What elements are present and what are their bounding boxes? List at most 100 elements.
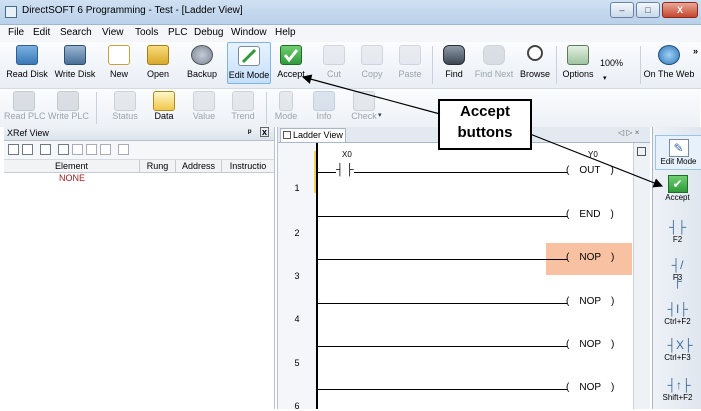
zoom-value: 100% — [600, 58, 624, 68]
menu-plc[interactable]: PLC — [168, 27, 187, 38]
window-title: DirectSOFT 6 Programming - Test - [Ladde… — [22, 5, 243, 16]
find-next-button[interactable]: Find Next — [474, 42, 514, 84]
coil-label: END — [579, 209, 601, 220]
menu-view[interactable]: View — [102, 27, 124, 38]
open-contact-alt-icon: ┤I├ — [667, 302, 688, 316]
menu-tools[interactable]: Tools — [135, 27, 158, 38]
ladder-rung-4[interactable]: (NOP) — [318, 295, 633, 315]
palette-edit-mode-button[interactable]: ✎ Edit Mode — [655, 135, 701, 170]
filter-icon[interactable] — [40, 144, 51, 155]
ladder-rung-6[interactable]: (NOP) — [318, 381, 633, 401]
ladder-rung-2[interactable]: (END) — [318, 208, 633, 228]
palette-contact-no-button[interactable]: ┤├ F2 — [655, 219, 700, 244]
palette-contact-nc-alt-button[interactable]: ┤X├ Ctrl+F3 — [655, 337, 700, 362]
close-button[interactable]: X — [662, 2, 698, 18]
menu-help[interactable]: Help — [275, 27, 296, 38]
normally-closed-contact-icon: ┤/├ — [671, 258, 684, 288]
menu-window[interactable]: Window — [231, 27, 267, 38]
normally-open-contact-icon: ┤├ — [668, 220, 686, 234]
print-icon[interactable] — [58, 144, 69, 155]
previous-icon[interactable] — [86, 144, 97, 155]
coil-instruction[interactable]: (NOP) — [566, 339, 614, 350]
export-icon[interactable] — [72, 144, 83, 155]
wire — [318, 216, 567, 217]
palette-contact-nc-button[interactable]: ┤/├ F3 — [655, 257, 700, 288]
toolbar-separator — [556, 46, 557, 84]
minimize-button[interactable]: – — [610, 2, 634, 18]
open-button[interactable]: Open — [140, 42, 176, 84]
wire — [318, 389, 567, 390]
column-header-address[interactable]: Address — [176, 160, 222, 172]
column-header-element[interactable]: Element — [4, 160, 140, 172]
maximize-button[interactable]: □ — [636, 2, 660, 18]
data-button[interactable]: Data — [147, 89, 181, 125]
grid-view-icon[interactable] — [8, 144, 19, 155]
tab-scroll-controls[interactable]: ◁ ▷ × — [618, 128, 639, 137]
read-plc-button[interactable]: Read PLC — [4, 89, 46, 125]
scroll-up-icon[interactable] — [637, 147, 646, 156]
accept-checkmark-icon — [280, 45, 302, 65]
menu-debug[interactable]: Debug — [194, 27, 223, 38]
ladder-rung-3[interactable]: (NOP) — [318, 251, 633, 271]
accept-button[interactable]: Accept — [275, 42, 307, 84]
check-icon — [353, 91, 375, 111]
coil-label: NOP — [579, 296, 602, 307]
xref-header: XRef View ᵖ x — [4, 127, 274, 141]
palette-edge-contact-button[interactable]: ┤↑├ Shift+F2 — [655, 377, 700, 402]
column-header-instruction[interactable]: Instructio — [222, 160, 274, 172]
palette-contact-alt-button[interactable]: ┤I├ Ctrl+F2 — [655, 301, 700, 326]
palette-accept-button[interactable]: ✔ Accept — [655, 175, 700, 202]
xref-close-button[interactable]: x — [260, 127, 269, 137]
info-button[interactable]: Info — [308, 89, 340, 125]
tab-ladder-view[interactable]: Ladder View — [280, 128, 346, 142]
coil-label: OUT — [579, 165, 601, 176]
coil-instruction[interactable]: (END) — [566, 209, 614, 220]
chevron-down-icon[interactable]: ▾ — [378, 111, 382, 119]
coil-instruction[interactable]: (OUT) — [566, 165, 614, 176]
menu-file[interactable]: File — [8, 27, 24, 38]
rung-number-gutter: 1 2 3 4 5 6 — [278, 143, 317, 411]
write-plc-button[interactable]: Write PLC — [48, 89, 89, 125]
read-plc-icon — [13, 91, 35, 111]
browse-button[interactable]: Browse — [517, 42, 553, 84]
wire — [318, 346, 567, 347]
column-header-rung[interactable]: Rung — [140, 160, 176, 172]
xref-column-headers: Element Rung Address Instructio — [4, 160, 274, 173]
toolbar-overflow-chevron[interactable]: » — [693, 46, 698, 56]
value-button[interactable]: Value — [186, 89, 222, 125]
normally-open-contact-icon[interactable]: ┤├ — [336, 164, 356, 176]
zoom-select[interactable]: 100% ▾ — [600, 56, 632, 82]
trend-button[interactable]: Trend — [225, 89, 261, 125]
pin-icon[interactable]: ᵖ — [248, 127, 252, 137]
refresh-icon[interactable] — [118, 144, 129, 155]
table-view-icon[interactable] — [22, 144, 33, 155]
coil-instruction[interactable]: (NOP) — [566, 382, 614, 393]
options-button[interactable]: Options — [560, 42, 596, 84]
cut-button[interactable]: Cut — [318, 42, 350, 84]
edit-mode-button[interactable]: Edit Mode — [227, 42, 271, 84]
xref-toolbar — [4, 141, 274, 160]
vertical-scrollbar[interactable] — [633, 143, 650, 409]
backup-button[interactable]: Backup — [182, 42, 222, 84]
ladder-rung-1[interactable]: X0 ┤├ Y0 (OUT) — [318, 150, 633, 184]
paste-button[interactable]: Paste — [393, 42, 427, 84]
check-button[interactable]: Check ▾ — [344, 89, 384, 125]
write-disk-button[interactable]: Write Disk — [52, 42, 98, 84]
next-icon[interactable] — [100, 144, 111, 155]
menu-search[interactable]: Search — [60, 27, 92, 38]
on-the-web-button[interactable]: On The Web — [643, 42, 695, 84]
coil-instruction[interactable]: (NOP) — [566, 296, 614, 307]
new-button[interactable]: New — [104, 42, 134, 84]
find-button[interactable]: Find — [438, 42, 470, 84]
ladder-rung-5[interactable]: (NOP) — [318, 338, 633, 358]
coil-instruction[interactable]: (NOP) — [566, 252, 614, 263]
read-disk-button[interactable]: Read Disk — [4, 42, 50, 84]
rung-number: 4 — [294, 314, 300, 324]
menu-edit[interactable]: Edit — [33, 27, 50, 38]
new-icon — [108, 45, 130, 65]
closed-contact-alt-icon: ┤X├ — [667, 338, 693, 352]
table-row[interactable]: NONE — [4, 173, 140, 185]
status-button[interactable]: Status — [108, 89, 142, 125]
mode-button[interactable]: Mode — [270, 89, 302, 125]
copy-button[interactable]: Copy — [355, 42, 389, 84]
